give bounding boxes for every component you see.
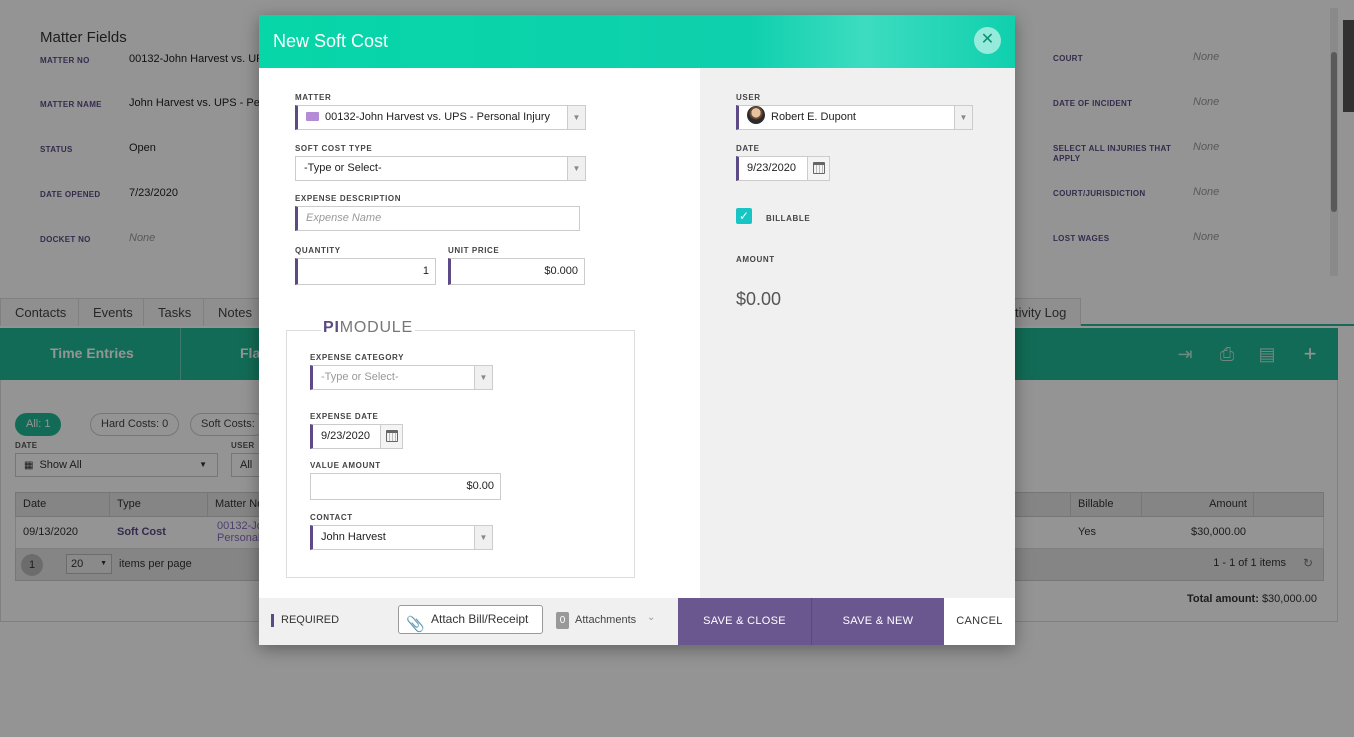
save-close-button[interactable]: SAVE & CLOSE bbox=[678, 598, 811, 645]
chevron-down-icon[interactable]: ▼ bbox=[567, 106, 585, 129]
amount-label: AMOUNT bbox=[736, 255, 775, 264]
chevron-down-icon[interactable]: ▼ bbox=[474, 526, 492, 549]
amount-value: $0.00 bbox=[736, 289, 782, 309]
new-soft-cost-dialog: New Soft Cost ✕ MATTER 00132-John Harves… bbox=[259, 15, 1015, 645]
user-label: USER bbox=[736, 93, 761, 102]
expense-date-label: EXPENSE DATE bbox=[310, 412, 379, 421]
billable-label: BILLABLE bbox=[766, 214, 811, 223]
value-amount-input[interactable]: $0.00 bbox=[310, 473, 501, 500]
required-indicator bbox=[271, 614, 274, 627]
matter-select[interactable]: 00132-John Harvest vs. UPS - Personal In… bbox=[295, 105, 586, 130]
calendar-icon[interactable] bbox=[380, 425, 402, 448]
contact-label: CONTACT bbox=[310, 513, 353, 522]
unit-price-label: UNIT PRICE bbox=[448, 246, 500, 255]
dialog-title: New Soft Cost bbox=[273, 31, 389, 51]
quantity-input[interactable]: 1 bbox=[295, 258, 436, 285]
contact-select[interactable]: John Harvest ▼ bbox=[310, 525, 493, 550]
expense-description-input[interactable]: Expense Name bbox=[295, 206, 580, 231]
soft-cost-type-select[interactable]: -Type or Select- ▼ bbox=[295, 156, 586, 181]
dialog-right-column: USER Robert E. Dupont ▼ DATE 9/23/2020 ✓… bbox=[700, 68, 1015, 598]
cancel-button[interactable]: CANCEL bbox=[944, 598, 1015, 645]
dialog-header: New Soft Cost ✕ bbox=[259, 15, 1015, 68]
date-label: DATE bbox=[736, 144, 760, 153]
quantity-label: QUANTITY bbox=[295, 246, 341, 255]
unit-price-input[interactable]: $0.000 bbox=[448, 258, 585, 285]
matter-folder-icon bbox=[306, 112, 319, 121]
save-new-button[interactable]: SAVE & NEW bbox=[812, 598, 944, 645]
pi-module-title: PIMODULE bbox=[321, 319, 415, 337]
chevron-down-icon[interactable]: ▼ bbox=[474, 366, 492, 389]
billable-checkbox[interactable]: ✓ bbox=[736, 208, 752, 224]
expense-category-label: EXPENSE CATEGORY bbox=[310, 353, 405, 362]
attachments-count-badge: 0 bbox=[556, 612, 569, 629]
expense-category-select[interactable]: -Type or Select- ▼ bbox=[310, 365, 493, 390]
avatar bbox=[747, 106, 765, 124]
required-label: REQUIRED bbox=[281, 614, 340, 626]
chevron-down-icon[interactable]: ⌄ bbox=[647, 612, 655, 623]
paperclip-icon: 📎 bbox=[406, 616, 425, 633]
attach-bill-button[interactable]: 📎 Attach Bill/Receipt bbox=[398, 605, 543, 634]
calendar-icon[interactable] bbox=[807, 157, 829, 180]
dialog-left-column: MATTER 00132-John Harvest vs. UPS - Pers… bbox=[259, 68, 700, 598]
expense-description-label: EXPENSE DESCRIPTION bbox=[295, 194, 402, 203]
chevron-down-icon[interactable]: ▼ bbox=[954, 106, 972, 129]
matter-label: MATTER bbox=[295, 93, 332, 102]
date-input[interactable]: 9/23/2020 bbox=[736, 156, 830, 181]
value-amount-label: VALUE AMOUNT bbox=[310, 461, 381, 470]
chevron-down-icon[interactable]: ▼ bbox=[567, 157, 585, 180]
user-select[interactable]: Robert E. Dupont ▼ bbox=[736, 105, 973, 130]
dialog-footer: REQUIRED 📎 Attach Bill/Receipt 0 Attachm… bbox=[259, 598, 1015, 645]
expense-date-input[interactable]: 9/23/2020 bbox=[310, 424, 403, 449]
soft-cost-type-label: SOFT COST TYPE bbox=[295, 144, 373, 153]
attachments-label[interactable]: Attachments bbox=[575, 614, 636, 626]
close-icon[interactable]: ✕ bbox=[974, 27, 1001, 54]
